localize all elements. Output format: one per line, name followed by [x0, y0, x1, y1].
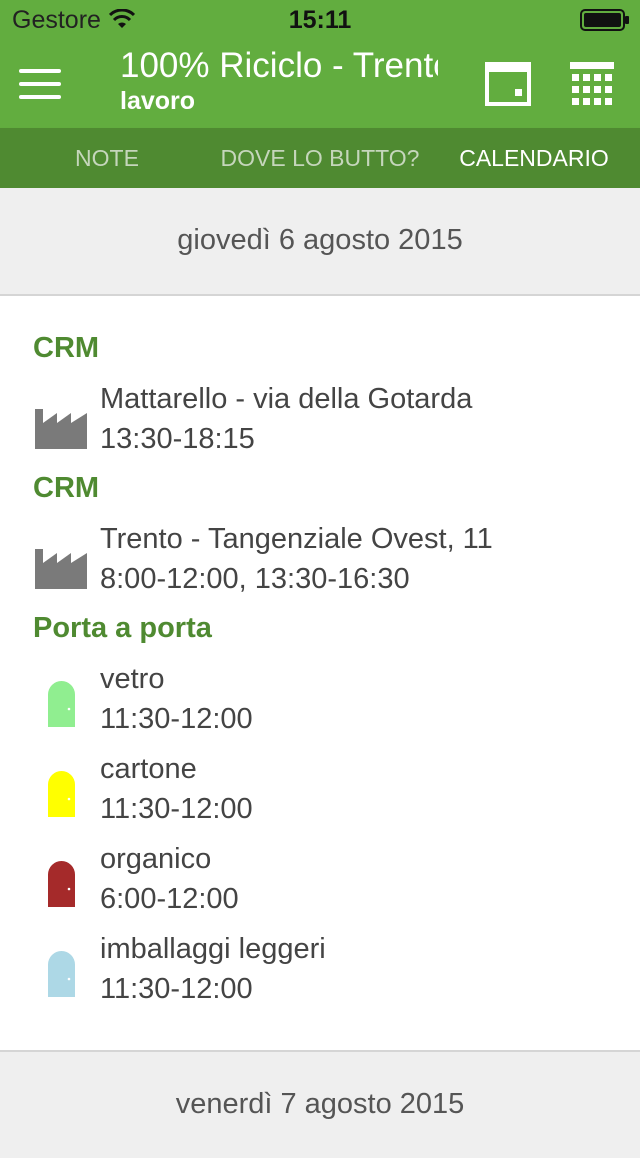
- list-item: organico 6:00-12:00: [33, 839, 613, 919]
- menu-icon[interactable]: [19, 67, 61, 101]
- entry-name: vetro: [100, 663, 165, 695]
- entry-name: organico: [100, 843, 212, 875]
- entry-hours: 11:30-12:00: [100, 973, 253, 1005]
- list-item: imballaggi leggeri 11:30-12:00: [33, 929, 613, 1009]
- tab-note[interactable]: NOTE: [60, 128, 154, 188]
- status-bar: Gestore 15:11: [0, 0, 640, 40]
- door-icon: [48, 771, 75, 817]
- entry-name: imballaggi leggeri: [100, 933, 326, 965]
- entry-hours: 6:00-12:00: [100, 883, 239, 915]
- tab-bar: NOTE DOVE LO BUTTO? CALENDARIO: [0, 128, 640, 188]
- section-title: CRM: [33, 332, 100, 364]
- door-icon: [48, 951, 75, 997]
- entry-hours: 11:30-12:00: [100, 793, 253, 825]
- section-title: Porta a porta: [33, 612, 212, 644]
- tab-dove-lo-butto[interactable]: DOVE LO BUTTO?: [210, 128, 430, 188]
- list-item: vetro 11:30-12:00: [33, 659, 613, 739]
- wifi-icon: [109, 9, 135, 28]
- calendar-day-icon[interactable]: [485, 58, 531, 108]
- door-icon: [48, 861, 75, 907]
- entry-name: Mattarello - via della Gotarda: [100, 383, 473, 415]
- entry-name: cartone: [100, 753, 197, 785]
- entry-name: Trento - Tangenziale Ovest, 11: [100, 523, 493, 555]
- factory-icon: [35, 549, 87, 589]
- section-title: CRM: [33, 472, 100, 504]
- status-time: 15:11: [288, 6, 352, 34]
- app-title: 100% Riciclo - Trento: [120, 46, 438, 85]
- entry-hours: 13:30-18:15: [100, 423, 255, 455]
- list-item: cartone 11:30-12:00: [33, 749, 613, 829]
- app-bar: Gestore 15:11 100% Riciclo - Trento lavo…: [0, 0, 640, 128]
- calendar-month-icon[interactable]: [568, 58, 616, 108]
- day-header: venerdì 7 agosto 2015: [0, 1050, 640, 1158]
- battery-icon: [580, 9, 629, 31]
- entry-hours: 8:00-12:00, 13:30-16:30: [100, 563, 410, 595]
- tab-calendario[interactable]: CALENDARIO: [452, 128, 616, 188]
- app-subtitle: lavoro: [120, 87, 196, 115]
- entry-hours: 11:30-12:00: [100, 703, 253, 735]
- day-header: giovedì 6 agosto 2015: [0, 188, 640, 296]
- list-item: Trento - Tangenziale Ovest, 11 8:00-12:0…: [33, 519, 613, 599]
- carrier-name: Gestore: [12, 6, 101, 34]
- list-item: Mattarello - via della Gotarda 13:30-18:…: [33, 379, 613, 459]
- app-title-block: 100% Riciclo - Trento lavoro: [120, 45, 438, 115]
- factory-icon: [35, 409, 87, 449]
- day-card: CRM Mattarello - via della Gotarda 13:30…: [0, 296, 640, 1050]
- door-icon: [48, 681, 75, 727]
